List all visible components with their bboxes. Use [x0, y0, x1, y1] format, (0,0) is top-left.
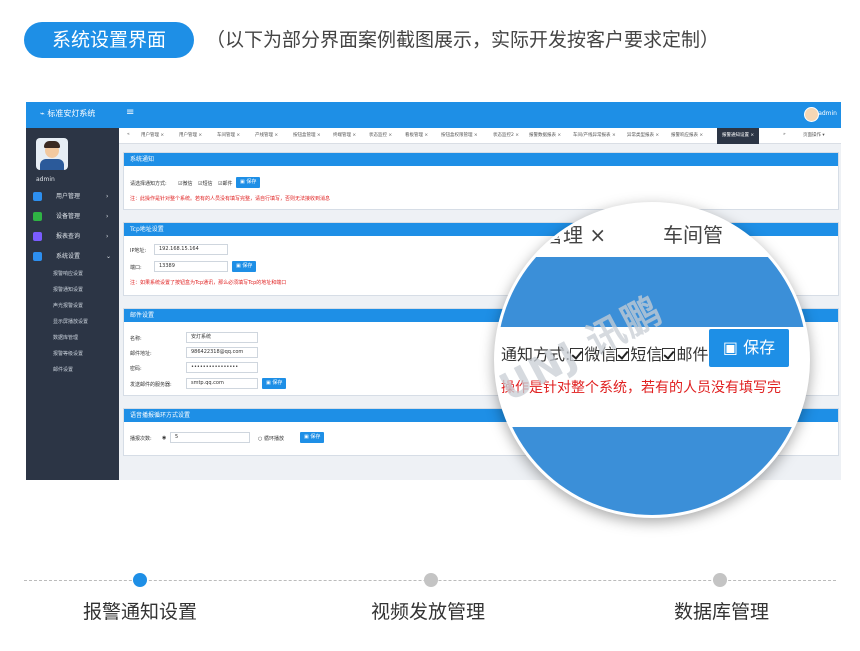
sidebar-sub-item[interactable]: 数据库管理: [53, 334, 78, 342]
mail-address-input[interactable]: 986422318@qq.com: [186, 347, 258, 358]
mail-name-input[interactable]: 安灯系统: [186, 332, 258, 343]
tab[interactable]: 产线管理 ×: [255, 132, 278, 138]
tab[interactable]: 异常类型报表 ×: [627, 132, 659, 138]
sidebar-sub-item[interactable]: 声光报警设置: [53, 302, 83, 310]
tab[interactable]: 用户管理 ×: [141, 132, 164, 138]
sidebar-sub-item[interactable]: 报警等级设置: [53, 350, 83, 358]
tab-page-actions[interactable]: 页面操作 ▾: [803, 132, 825, 138]
tab[interactable]: 按钮盒管理 ×: [293, 132, 321, 138]
gear-icon: [33, 252, 42, 261]
tab[interactable]: 状态监控2 ×: [493, 132, 519, 138]
menu-icon[interactable]: ≡: [126, 107, 134, 118]
magnifier-tab-left: 管理 ×: [543, 223, 607, 247]
voice-loop-radio[interactable]: ○ 循环播放: [258, 435, 284, 442]
notify-option-mail[interactable]: ☑邮件: [218, 180, 233, 187]
top-bar: ⌁ 标准安灯系统 ≡ admin: [26, 102, 841, 128]
page-subtitle: （以下为部分界面案例截图展示，实际开发按客户要求定制）: [206, 29, 720, 51]
tab[interactable]: 按钮盒权限管理 ×: [441, 132, 478, 138]
sidebar-sub-item[interactable]: 报警通知设置: [53, 286, 83, 294]
brand-title: ⌁ 标准安灯系统: [40, 109, 96, 118]
magnifier-tab-right: 车间管: [663, 223, 723, 247]
sidebar-user-name: admin: [36, 176, 55, 183]
timeline-dot[interactable]: [424, 573, 438, 587]
magnifier-lower-band: [497, 427, 807, 515]
tab[interactable]: 用户管理 ×: [179, 132, 202, 138]
magnifier: 管理 × 车间管 通知方式: 微信 短信 邮件 ▣ 保存 操作是针对整个系统，若有的人…: [494, 202, 810, 518]
tab[interactable]: 车间管理 ×: [217, 132, 240, 138]
tab-scroll-left[interactable]: «: [127, 132, 130, 137]
tab[interactable]: 状态监控 ×: [369, 132, 392, 138]
port-label: 端口:: [130, 265, 142, 271]
wrench-icon: [33, 212, 42, 221]
tab[interactable]: 报警数据报表 ×: [529, 132, 561, 138]
tab-active[interactable]: 报警通知设置 ×: [717, 128, 760, 144]
sidebar-sub-item[interactable]: 报警响应设置: [53, 270, 83, 278]
mail-server-label: 发送邮件的服务器:: [130, 382, 172, 388]
ip-input[interactable]: 192.168.15.164: [154, 244, 228, 255]
magnifier-save-button: ▣ 保存: [709, 329, 789, 367]
sidebar-item-reports[interactable]: 报表查询 ›: [26, 228, 119, 245]
tcp-save-button[interactable]: ▣ 保存: [232, 261, 257, 272]
voice-count-radio[interactable]: ◉: [162, 435, 166, 441]
notify-method-label: 请选择通知方式:: [130, 181, 167, 187]
timeline-label[interactable]: 数据库管理: [674, 597, 769, 624]
mail-address-label: 邮件地址:: [130, 351, 152, 357]
mail-server-input[interactable]: smtp.qq.com: [186, 378, 258, 389]
sidebar-item-devices[interactable]: 设备管理 ›: [26, 208, 119, 225]
user-icon: [33, 192, 42, 201]
sidebar-item-users[interactable]: 用户管理 ›: [26, 188, 119, 205]
sidebar-sub-item[interactable]: 邮件设置: [53, 366, 73, 374]
port-input[interactable]: 13389: [154, 261, 228, 272]
tab[interactable]: 车间/产线异常报表 ×: [573, 132, 616, 138]
voice-save-button[interactable]: ▣ 保存: [300, 432, 325, 443]
magnifier-tab-strip: 管理 × 车间管: [497, 205, 807, 257]
voice-count-input[interactable]: 5: [170, 432, 250, 443]
notify-option-wechat[interactable]: ☑微信: [178, 180, 193, 187]
mail-password-label: 密码:: [130, 366, 142, 372]
sidebar: admin 用户管理 › 设备管理 › 报表查询 › 系统设置 ⌄ 报警响应设置 报警通…: [26, 128, 119, 480]
tab-bar: « 用户管理 × 用户管理 × 车间管理 × 产线管理 × 按钮盒管理 × 终端…: [119, 128, 841, 144]
timeline-label[interactable]: 报警通知设置: [83, 597, 197, 624]
timeline-dot-active[interactable]: [133, 573, 147, 587]
page-title: 系统设置界面: [24, 22, 194, 58]
tab-scroll-right[interactable]: »: [783, 132, 786, 137]
tab[interactable]: 终端管理 ×: [333, 132, 356, 138]
report-icon: [33, 232, 42, 241]
mail-save-button[interactable]: ▣ 保存: [262, 378, 287, 389]
top-user-name[interactable]: admin: [818, 110, 837, 117]
timeline-label[interactable]: 视频发放管理: [371, 597, 485, 624]
mail-name-label: 名称:: [130, 336, 142, 342]
timeline-dot[interactable]: [713, 573, 727, 587]
mail-password-input[interactable]: ••••••••••••••••: [186, 362, 258, 373]
tab[interactable]: 看板管理 ×: [405, 132, 428, 138]
notify-panel: 系统通知 请选择通知方式: ☑微信 ☑短信 ☑邮件 ▣ 保存 注：此操作是针对整…: [123, 152, 839, 210]
tab[interactable]: 报警响应报表 ×: [671, 132, 703, 138]
ip-label: IP地址:: [130, 248, 147, 254]
sidebar-item-settings[interactable]: 系统设置 ⌄: [26, 248, 119, 265]
notify-panel-header: 系统通知: [124, 153, 838, 166]
user-avatar-mini[interactable]: [804, 107, 819, 122]
voice-count-label: 播报次数:: [130, 436, 152, 442]
notify-save-button[interactable]: ▣ 保存: [236, 177, 261, 188]
notify-option-sms[interactable]: ☑短信: [198, 180, 213, 187]
sidebar-sub-item[interactable]: 显示屏播放设置: [53, 318, 88, 326]
tcp-warning: 注：如果系统设置了按钮盒为Tcp通讯，那么必须填写Tcp的地址和端口: [130, 280, 287, 286]
avatar: [36, 138, 68, 170]
notify-warning: 注：此操作是针对整个系统。若有的人员没有填写完整，请自行填写，否则无法接收到消息: [130, 196, 331, 202]
